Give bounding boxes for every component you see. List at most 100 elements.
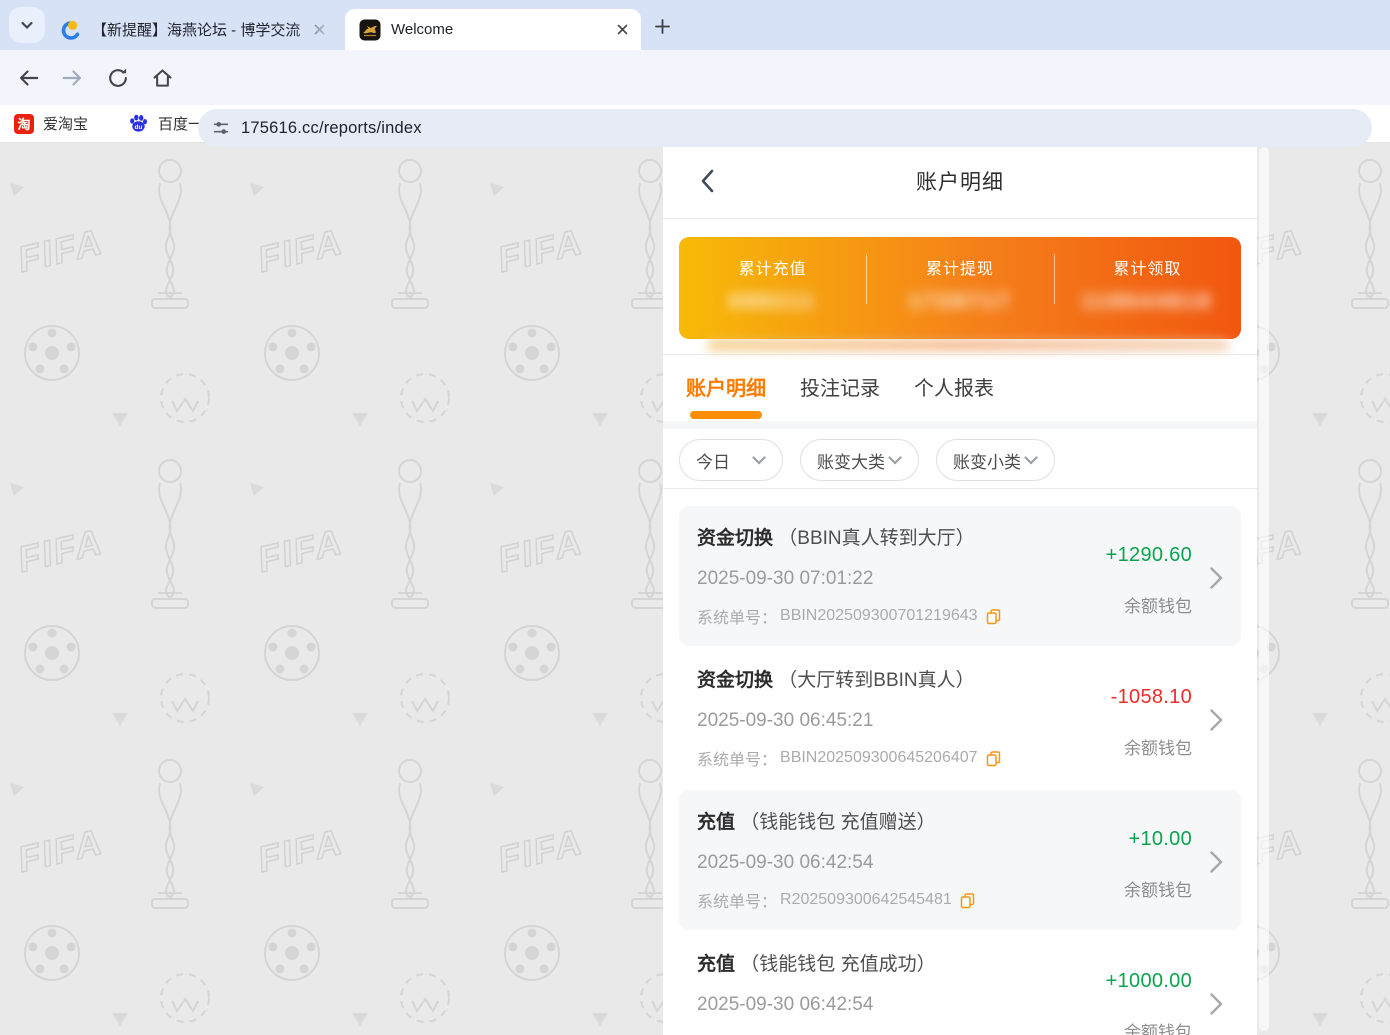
- page-title: 账户明细: [916, 170, 1004, 194]
- filter-label: 账变小类: [953, 452, 1021, 472]
- transaction-type: 资金切换: [697, 670, 774, 691]
- filter-date-dropdown[interactable]: 今日: [679, 439, 783, 481]
- browser-tab-inactive[interactable]: 【新提醒】海燕论坛 - 博学交流: [46, 9, 338, 50]
- page-content: FIFA: [0, 143, 1390, 1035]
- summary-value-masked: 688211: [729, 290, 817, 313]
- transaction-amount: +1290.60: [1105, 544, 1192, 566]
- app-panel: 账户明细 累计充值 688211 累计提现 1728717 累计领取 11864…: [663, 143, 1257, 1035]
- tab-title-fade: [292, 9, 338, 50]
- back-button[interactable]: [13, 63, 43, 93]
- summary-label: 累计提现: [925, 261, 994, 278]
- summary-card-blur-shadow: [707, 339, 1229, 351]
- order-label: 系统单号：: [697, 610, 778, 627]
- transaction-wallet: 余额钱包: [1124, 1023, 1192, 1035]
- copy-icon[interactable]: [985, 608, 1002, 625]
- chevron-down-icon: [1024, 455, 1038, 465]
- chevron-left-icon: [701, 169, 714, 193]
- browser-tab-active[interactable]: Welcome: [345, 9, 641, 50]
- summary-total-withdrawal: 累计提现 1728717: [866, 237, 1053, 339]
- tab-search-button[interactable]: [9, 7, 45, 43]
- order-label: 系统单号：: [697, 752, 778, 769]
- transaction-wallet: 余额钱包: [1124, 597, 1192, 616]
- summary-total-deposit: 累计充值 688211: [679, 237, 866, 339]
- divider-band: [663, 421, 1257, 429]
- filter-label: 今日: [696, 452, 730, 472]
- summary-label: 累计领取: [1113, 261, 1182, 278]
- order-number: BBIN202509300645206407: [780, 749, 978, 766]
- plus-icon: [654, 18, 670, 34]
- transaction-detail: （BBIN真人转到大厅）: [778, 528, 975, 549]
- browser-tab-strip: 【新提醒】海燕论坛 - 博学交流 Welcome: [0, 0, 1390, 50]
- transaction-card[interactable]: 资金切换 （BBIN真人转到大厅） 2025-09-30 07:01:22 系统…: [679, 506, 1241, 646]
- chevron-right-icon: [1210, 709, 1223, 731]
- transaction-type: 充值: [697, 812, 736, 833]
- filter-minor-category-dropdown[interactable]: 账变小类: [936, 439, 1055, 481]
- transaction-card[interactable]: 充值 （钱能钱包 充值赠送） 2025-09-30 06:42:54 系统单号：…: [679, 790, 1241, 930]
- transaction-amount: +10.00: [1128, 828, 1192, 850]
- copy-icon[interactable]: [959, 892, 976, 909]
- transaction-card[interactable]: 资金切换 （大厅转到BBIN真人） 2025-09-30 06:45:21 系统…: [679, 648, 1241, 788]
- forward-icon: [62, 70, 82, 86]
- transaction-amount-block: +1000.00 余额钱包: [1106, 970, 1192, 1035]
- tab-personal-report[interactable]: 个人报表: [914, 372, 994, 419]
- back-button-app[interactable]: [691, 165, 723, 197]
- close-icon[interactable]: [613, 21, 631, 39]
- order-label: 系统单号：: [697, 894, 778, 911]
- transaction-amount-block: +1290.60 余额钱包: [1106, 544, 1192, 617]
- bookmark-aitaobao[interactable]: 淘 爱淘宝: [14, 113, 88, 134]
- baidu-paw-icon: du: [130, 114, 148, 132]
- transaction-amount-block: -1058.10 余额钱包: [1111, 686, 1192, 759]
- transaction-card[interactable]: 充值 （钱能钱包 充值成功） 2025-09-30 06:42:54 +1000…: [679, 932, 1241, 1035]
- transaction-wallet: 余额钱包: [1124, 739, 1192, 758]
- chevron-down-icon: [752, 455, 766, 465]
- reload-icon: [109, 68, 127, 87]
- divider: [1053, 254, 1055, 304]
- home-button[interactable]: [147, 63, 177, 93]
- summary-value-masked: 118644818: [1081, 290, 1213, 313]
- browser-toolbar: 175616.cc/reports/index: [0, 50, 1390, 147]
- report-tabs: 账户明细 投注记录 个人报表: [663, 355, 1257, 419]
- transaction-detail: （钱能钱包 充值赠送）: [740, 812, 936, 833]
- reload-button[interactable]: [103, 63, 133, 93]
- transaction-amount-block: +10.00 余额钱包: [1124, 828, 1192, 901]
- tab-bet-records[interactable]: 投注记录: [800, 372, 880, 419]
- chevron-right-icon: [1210, 567, 1223, 589]
- summary-card: 累计充值 688211 累计提现 1728717 累计领取 118644818: [679, 237, 1241, 339]
- chevron-down-icon: [21, 21, 33, 30]
- site-settings-tune-icon[interactable]: [211, 118, 231, 138]
- transaction-detail: （钱能钱包 充值成功）: [740, 954, 936, 975]
- transaction-wallet: 余额钱包: [1124, 881, 1192, 900]
- back-icon: [19, 70, 39, 86]
- black-gold-beast-icon: [359, 19, 381, 40]
- chevron-right-icon: [1210, 993, 1223, 1015]
- summary-value-masked: 1728717: [908, 290, 1012, 313]
- bookmark-label: 爱淘宝: [43, 116, 89, 133]
- filter-major-category-dropdown[interactable]: 账变大类: [800, 439, 919, 481]
- tab-title: 【新提醒】海燕论坛 - 博学交流: [92, 22, 301, 39]
- svg-text:du: du: [135, 124, 143, 131]
- chevron-right-icon: [1210, 851, 1223, 873]
- tab-account-details[interactable]: 账户明细: [686, 372, 766, 419]
- home-icon: [152, 68, 172, 87]
- tab-title: Welcome: [391, 21, 454, 38]
- url-text[interactable]: 175616.cc/reports/index: [241, 119, 422, 138]
- summary-label: 累计充值: [738, 261, 807, 278]
- order-number: BBIN202509300701219643: [780, 607, 978, 624]
- taobao-icon: 淘: [14, 113, 34, 134]
- url-bar[interactable]: 175616.cc/reports/index: [198, 109, 1372, 147]
- filter-row: 今日 账变大类 账变小类: [663, 439, 1257, 481]
- transaction-amount: -1058.10: [1110, 686, 1192, 708]
- app-header: 账户明细: [663, 143, 1257, 219]
- filter-label: 账变大类: [817, 452, 885, 472]
- transaction-amount: +1000.00: [1105, 970, 1192, 992]
- transaction-type: 充值: [697, 954, 736, 975]
- summary-total-claimed: 累计领取 118644818: [1054, 237, 1241, 339]
- new-tab-button[interactable]: [650, 14, 674, 38]
- copy-icon[interactable]: [985, 750, 1002, 767]
- blue-swirl-yellow-ball-icon: [61, 20, 81, 40]
- chevron-down-icon: [888, 455, 902, 465]
- order-number: R202509300642545481: [780, 891, 952, 908]
- scrollbar[interactable]: [1259, 147, 1269, 1031]
- transaction-type: 资金切换: [697, 528, 774, 549]
- forward-button[interactable]: [58, 63, 88, 93]
